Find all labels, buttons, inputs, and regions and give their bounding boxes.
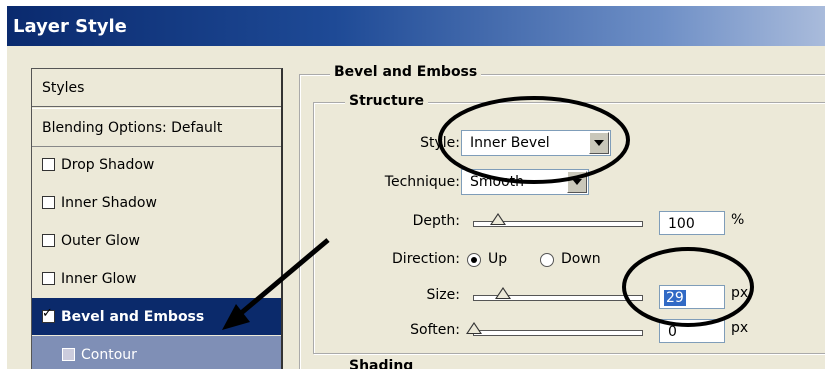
style-callout-ellipse bbox=[438, 96, 630, 184]
arrow-icon bbox=[238, 238, 330, 316]
annotation-overlay bbox=[222, 96, 754, 330]
size-callout-ellipse bbox=[622, 247, 754, 327]
